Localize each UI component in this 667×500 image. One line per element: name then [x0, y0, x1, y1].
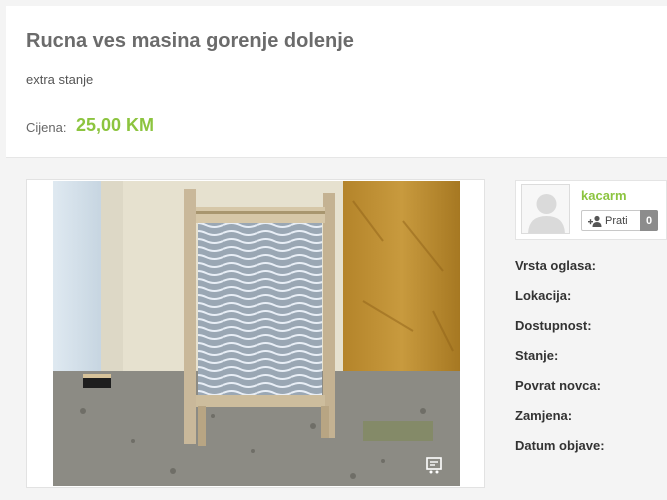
seller-username[interactable]: kacarm [581, 188, 627, 203]
price-value: 25,00 KM [76, 115, 155, 135]
follow-label: Prati [605, 214, 628, 227]
listing-photo-frame[interactable] [26, 179, 485, 488]
detail-location: Lokacija: [515, 288, 572, 303]
person-plus-icon [588, 215, 602, 227]
detail-condition: Stanje: [515, 348, 559, 363]
follower-count: 0 [640, 210, 658, 231]
follow-button[interactable]: Prati 0 [581, 210, 658, 231]
detail-refund: Povrat novca: [515, 378, 601, 393]
detail-availability: Dostupnost: [515, 318, 592, 333]
detail-exchange: Zamjena: [515, 408, 573, 423]
listing-header: Rucna ves masina gorenje dolenje extra s… [6, 6, 667, 158]
price-label: Cijena: [26, 120, 67, 135]
detail-type: Vrsta oglasa: [515, 258, 596, 273]
listing-description: extra stanje [26, 72, 94, 87]
listing-title: Rucna ves masina gorenje dolenje [26, 30, 354, 52]
listing-details: Vrsta oglasa: Lokacija: Dostupnost: Stan… [515, 258, 605, 468]
avatar[interactable] [521, 184, 570, 234]
seller-card: kacarm Prati 0 [515, 180, 667, 240]
listing-photo[interactable] [53, 181, 460, 486]
detail-published-date: Datum objave: [515, 438, 605, 453]
